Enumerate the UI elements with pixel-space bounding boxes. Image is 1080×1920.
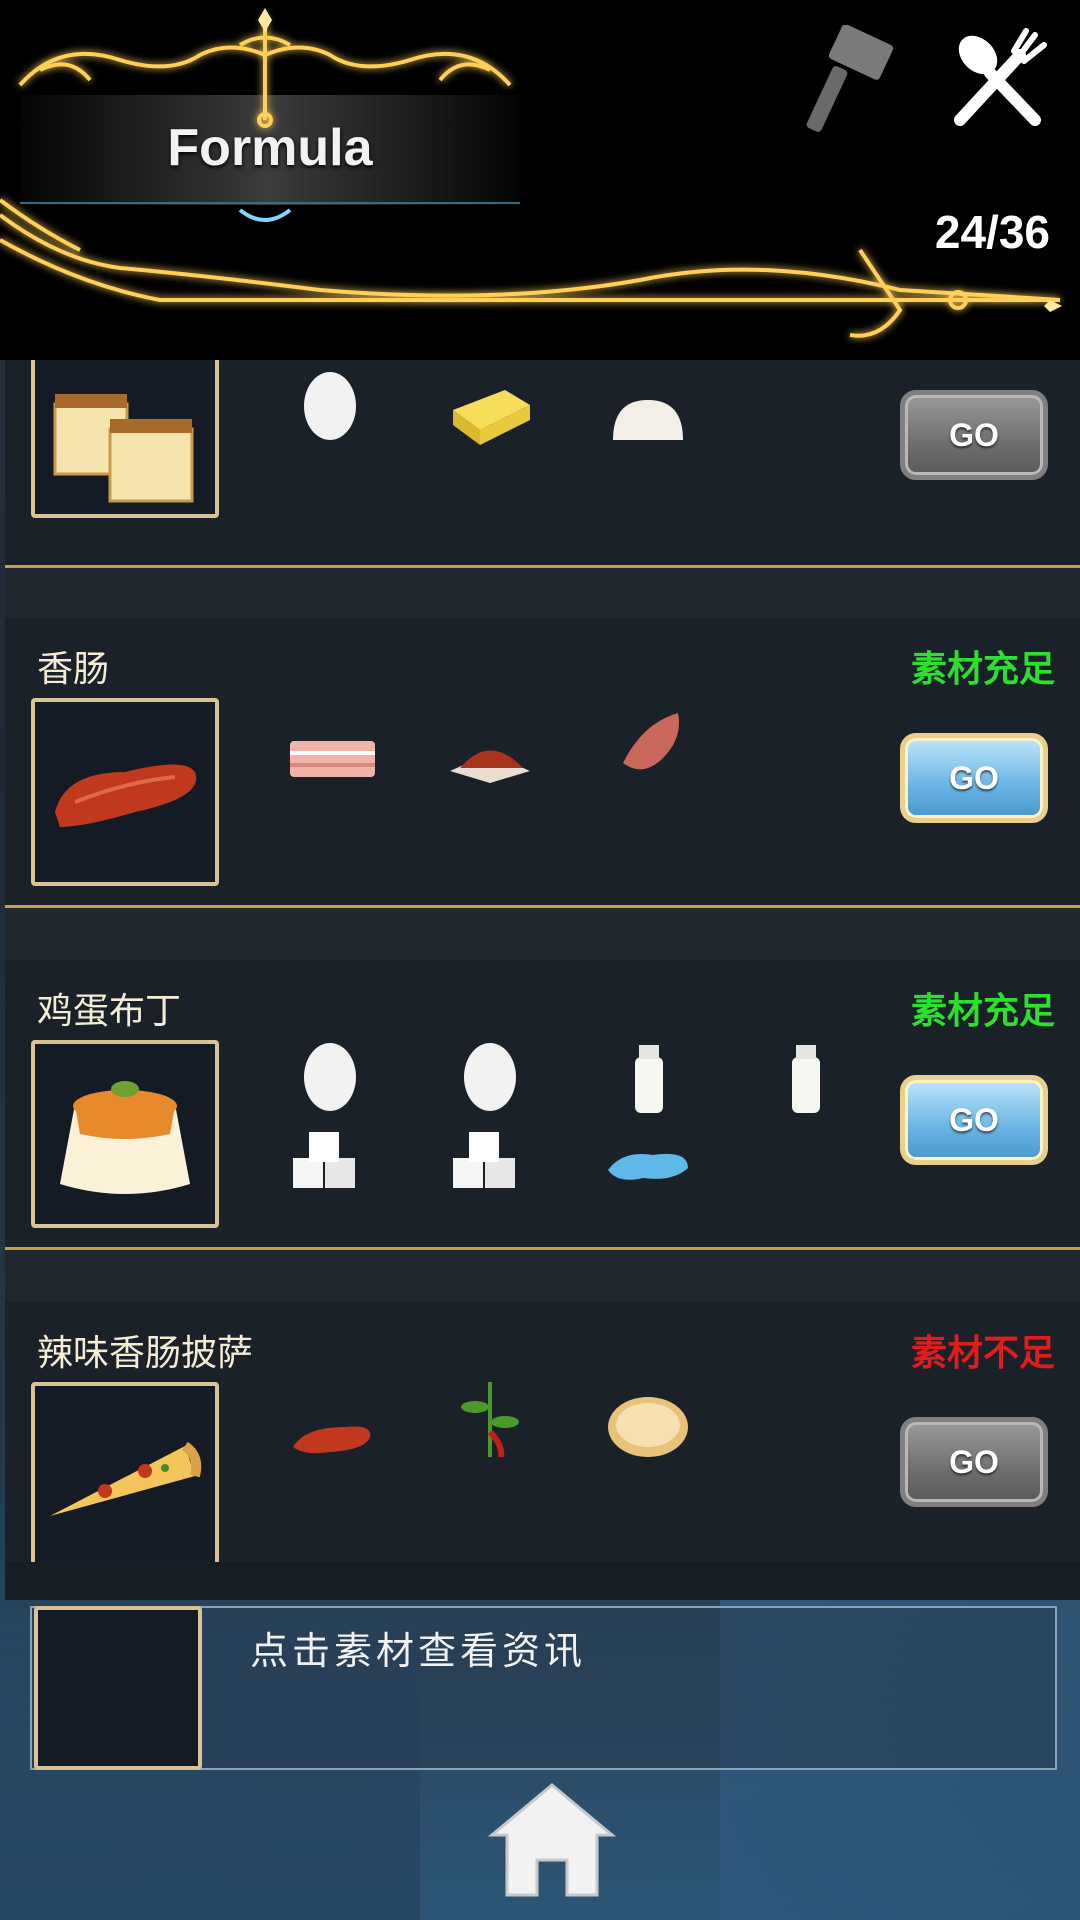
recipe-thumbnail[interactable] — [31, 360, 219, 518]
egg-pudding-icon — [60, 1081, 190, 1194]
selected-item-slot — [34, 1606, 202, 1770]
milk-bottle-icon[interactable] — [760, 1035, 850, 1115]
status-text: 素材不足 — [910, 1332, 1055, 1374]
recipe-card: 鸡蛋布丁 素材充足 GO — [5, 960, 1080, 1250]
go-button[interactable]: GO — [900, 733, 1048, 823]
page-title: Formula — [167, 119, 373, 177]
egg-icon[interactable] — [445, 1035, 535, 1115]
recipe-name: 鸡蛋布丁 — [37, 991, 182, 1032]
hammer-tab-button[interactable] — [795, 24, 905, 135]
recipe-name: 香肠 — [37, 649, 110, 690]
recipe-thumbnail[interactable] — [31, 1040, 219, 1228]
card-gap — [5, 1250, 1080, 1302]
sugar-cubes-icon[interactable] — [285, 1120, 375, 1200]
sugar-cubes-icon[interactable] — [445, 1120, 535, 1200]
recipe-card: 香肠 素材充足 GO — [5, 618, 1080, 908]
butter-icon[interactable] — [445, 370, 535, 450]
water-icon[interactable] — [603, 1120, 693, 1200]
gold-ornament — [0, 8, 1062, 338]
go-button[interactable]: GO — [900, 390, 1048, 480]
bacon-icon[interactable] — [285, 713, 375, 793]
card-gap — [5, 1562, 1080, 1600]
egg-icon[interactable] — [285, 364, 375, 444]
recipe-counter: 24/36 — [934, 206, 1050, 258]
pizza-slice-icon — [50, 1441, 202, 1516]
raw-meat-icon[interactable] — [603, 703, 693, 783]
recipe-card: 辣味香肠披萨 素材不足 GO — [5, 1302, 1080, 1570]
pizza-crust-icon[interactable] — [603, 1382, 693, 1462]
recipe-name: 辣味香肠披萨 — [37, 1333, 254, 1374]
go-button[interactable]: GO — [900, 1417, 1048, 1507]
status-text: 素材充足 — [910, 648, 1055, 690]
recipe-thumbnail[interactable] — [31, 698, 219, 886]
fork-spoon-icon — [954, 28, 1047, 126]
card-gap — [5, 908, 1080, 960]
home-button[interactable] — [487, 1780, 617, 1900]
go-button[interactable]: GO — [900, 1075, 1048, 1165]
chili-powder-icon[interactable] — [445, 713, 535, 793]
milk-bottle-icon[interactable] — [603, 1035, 693, 1115]
recipe-card: GO — [5, 360, 1080, 568]
chili-pepper-icon[interactable] — [445, 1377, 535, 1457]
recipe-thumbnail[interactable] — [31, 1382, 219, 1570]
sausage-icon — [55, 764, 197, 827]
info-hint: 点击素材查看资讯 — [250, 1629, 587, 1673]
home-icon — [487, 1783, 617, 1897]
castella-cake-icon — [53, 394, 194, 503]
dough-icon[interactable] — [603, 380, 693, 460]
status-text: 素材充足 — [910, 990, 1055, 1032]
recipe-list[interactable]: GO 香肠 素材充足 GO 鸡蛋布丁 素材充足 GO 辣味香肠披萨 素材不足 G… — [5, 360, 1080, 1600]
card-gap — [5, 568, 1080, 618]
hammer-icon — [806, 24, 894, 132]
egg-icon[interactable] — [285, 1035, 375, 1115]
sausage-icon[interactable] — [285, 1392, 375, 1472]
header: Formula 24/36 — [0, 0, 1080, 360]
cooking-tab-button[interactable] — [940, 25, 1050, 135]
